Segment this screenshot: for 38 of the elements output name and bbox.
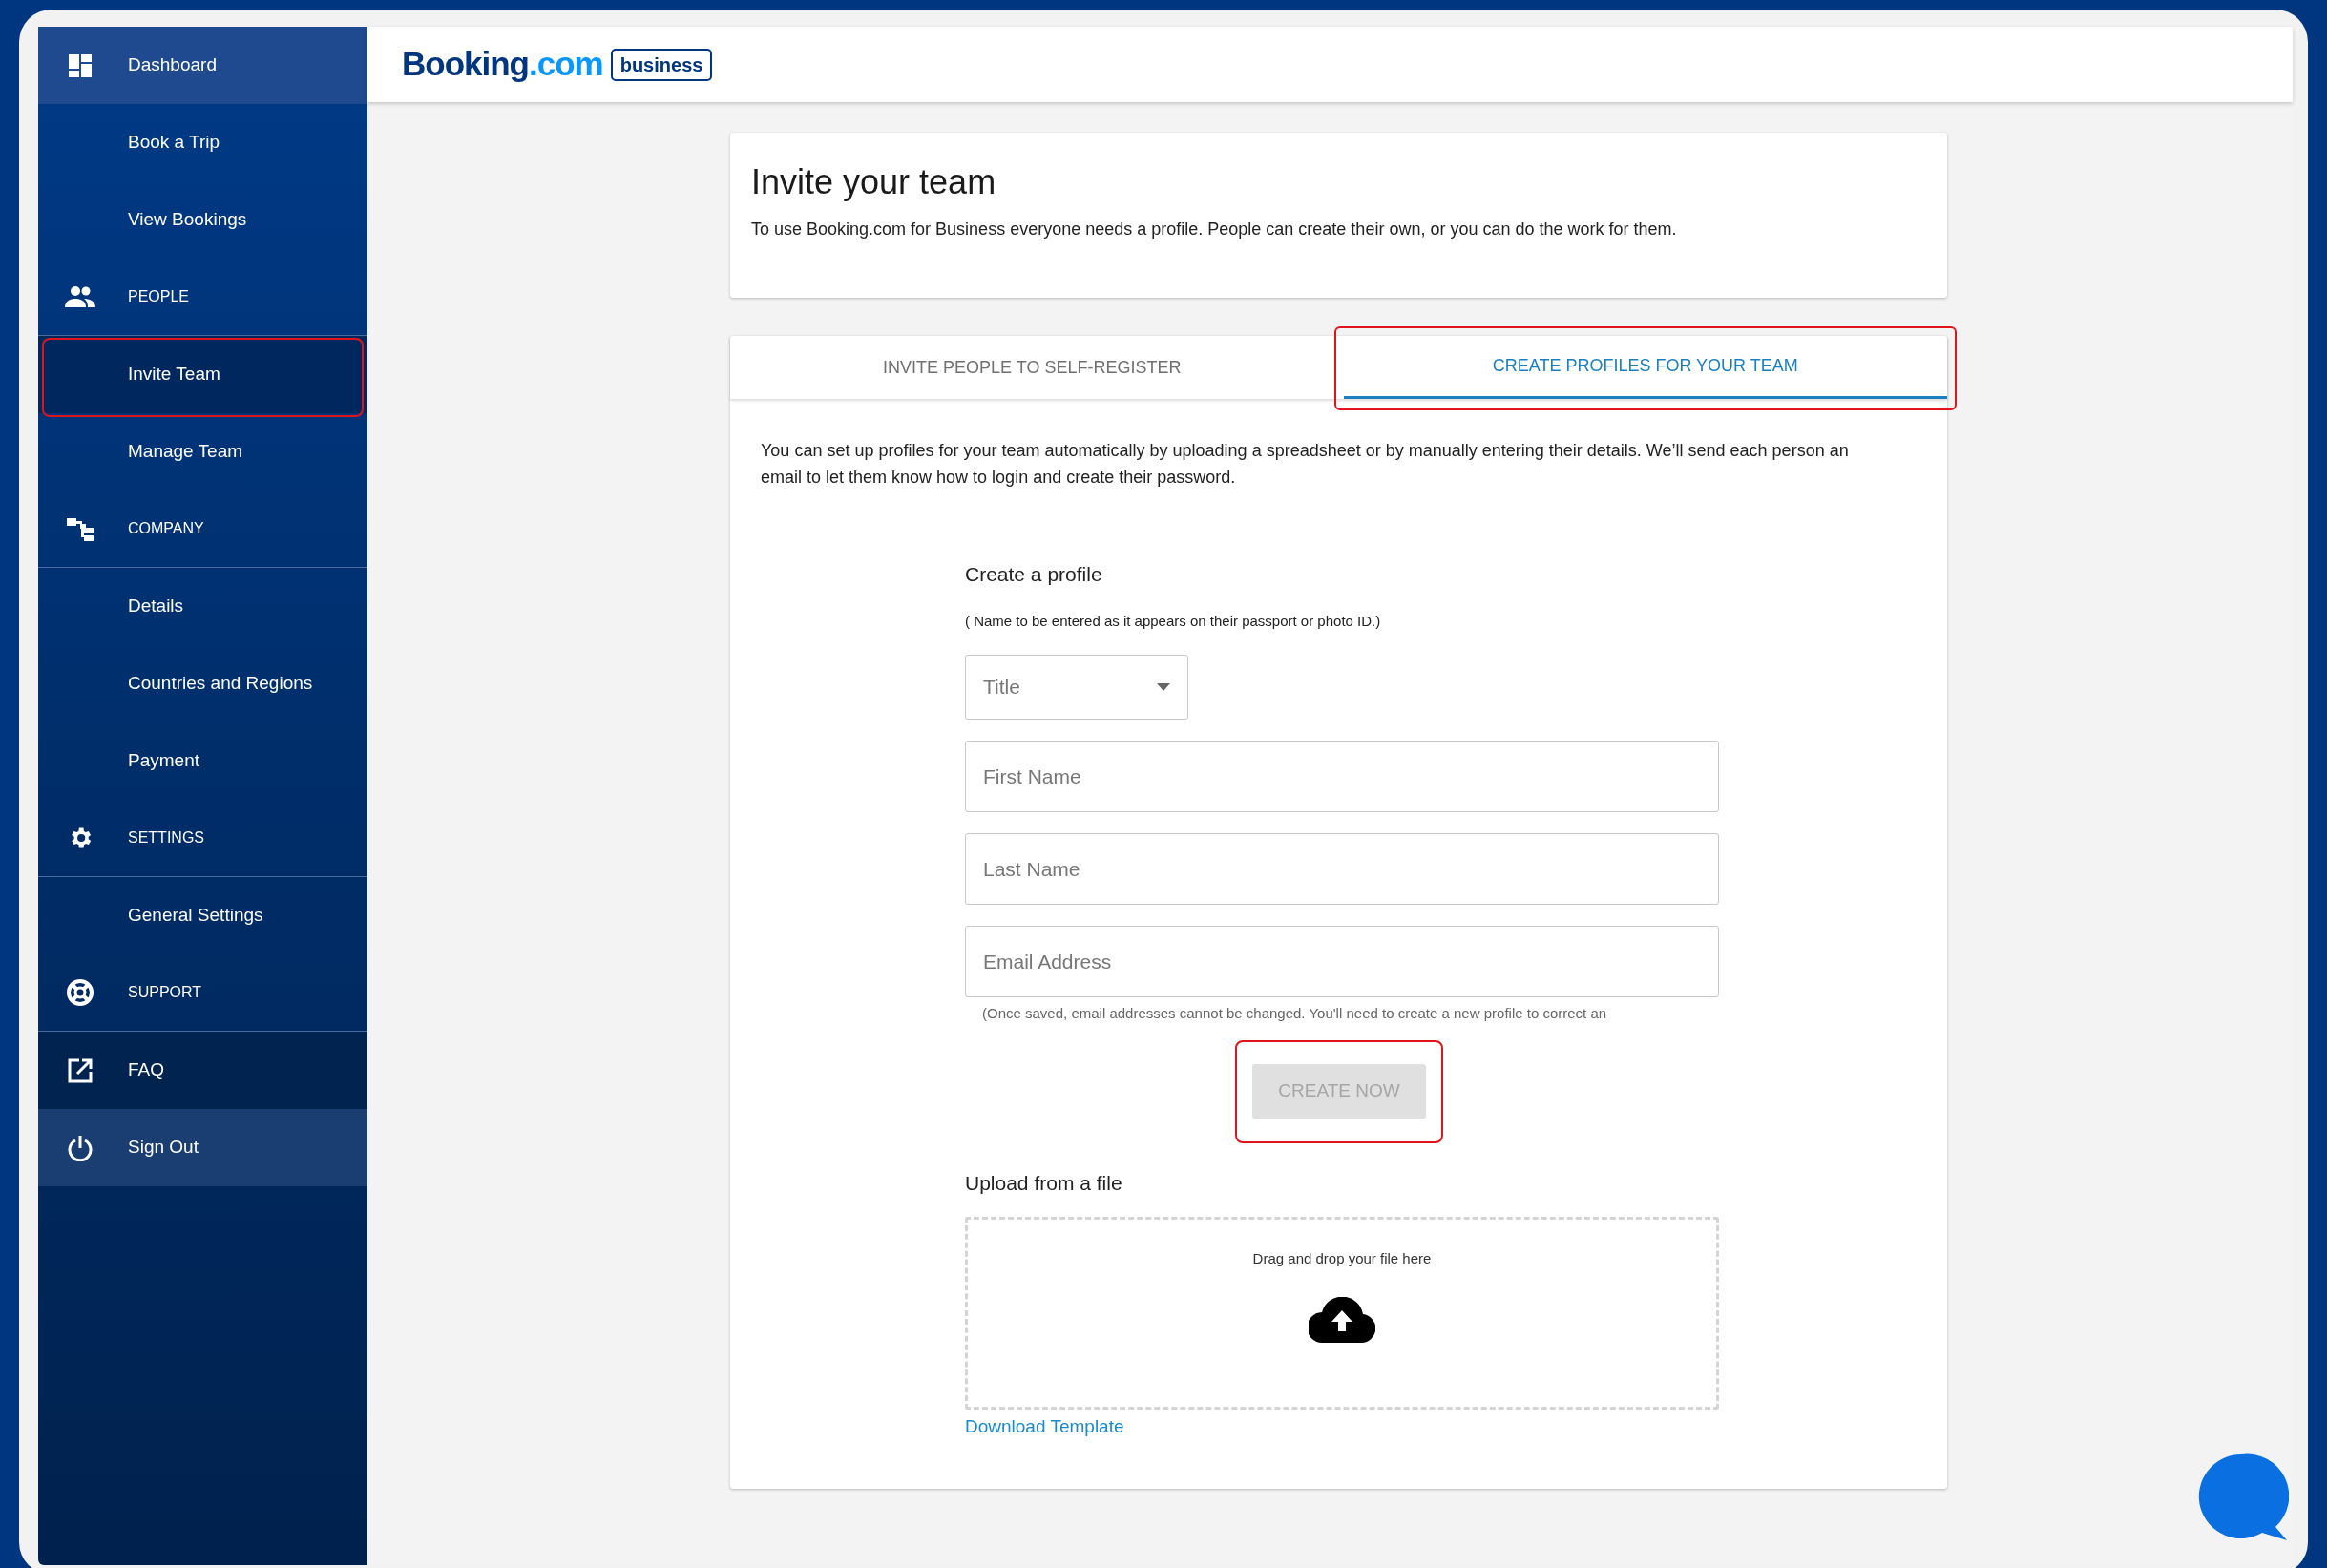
intro-text: To use Booking.com for Business everyone needs a profile. People can create their own, or you can do the work for them. — [751, 219, 1678, 240]
sidebar-item[interactable]: Countries and Regions — [38, 645, 367, 722]
hierarchy-icon — [67, 516, 94, 541]
note-text: ( Name to be entered as it appears on their passport or photo ID.) — [965, 611, 1382, 631]
drop-zone[interactable]: Drag and drop your file here — [965, 1217, 1719, 1410]
input-field[interactable]: Email Address — [965, 926, 1719, 997]
people-icon — [65, 286, 95, 307]
sidebar-item[interactable]: Book a Trip — [38, 104, 367, 181]
caret-icon — [1157, 683, 1170, 691]
input-field[interactable]: Last Name — [965, 833, 1719, 905]
logo[interactable]: Booking.com — [402, 39, 603, 90]
input-field[interactable]: First Name — [965, 741, 1719, 812]
sidebar-item[interactable]: FAQ — [38, 1032, 367, 1109]
external-link-icon — [68, 1057, 93, 1083]
download-template-link[interactable]: Download Template — [965, 1413, 1124, 1441]
sidebar-item[interactable]: Sign Out — [38, 1109, 367, 1186]
sidebar-item[interactable]: Payment — [38, 722, 367, 800]
dashboard-icon — [68, 52, 93, 78]
logo-badge: business — [610, 48, 713, 81]
page-title: Invite your team — [751, 161, 997, 203]
sidebar-item[interactable]: Dashboard — [38, 27, 367, 104]
sidebar-item[interactable]: Manage Team — [38, 413, 367, 491]
chat-button[interactable] — [2197, 1453, 2289, 1542]
cloud-upload-icon — [1309, 1296, 1375, 1343]
tab[interactable]: CREATE PROFILES FOR YOUR TEAM — [1343, 336, 1947, 399]
section-heading: Upload from a file — [965, 1170, 1123, 1196]
title-select[interactable]: Title — [965, 655, 1188, 720]
select-placeholder: Title — [983, 675, 1020, 700]
drop-zone-text: Drag and drop your file here — [1252, 1249, 1432, 1268]
power-icon — [68, 1134, 93, 1161]
hint-text: (Once saved, email addresses cannot be changed. You'll need to create a new profile to correct an — [981, 1004, 1608, 1023]
sidebar-item[interactable]: Details — [38, 568, 367, 645]
lifebuoy-icon — [67, 979, 94, 1006]
sidebar-item[interactable]: General Settings — [38, 877, 367, 954]
section-heading: Create a profile — [965, 562, 1103, 587]
sidebar-item[interactable]: View Bookings — [38, 181, 367, 259]
tab[interactable]: INVITE PEOPLE TO SELF-REGISTER — [730, 336, 1334, 399]
description-text: You can set up profiles for your team automatically by uploading a spreadsheet or by manually entering their details. We’ll send each person an email to let them know how to login and create their password. — [760, 440, 1850, 489]
